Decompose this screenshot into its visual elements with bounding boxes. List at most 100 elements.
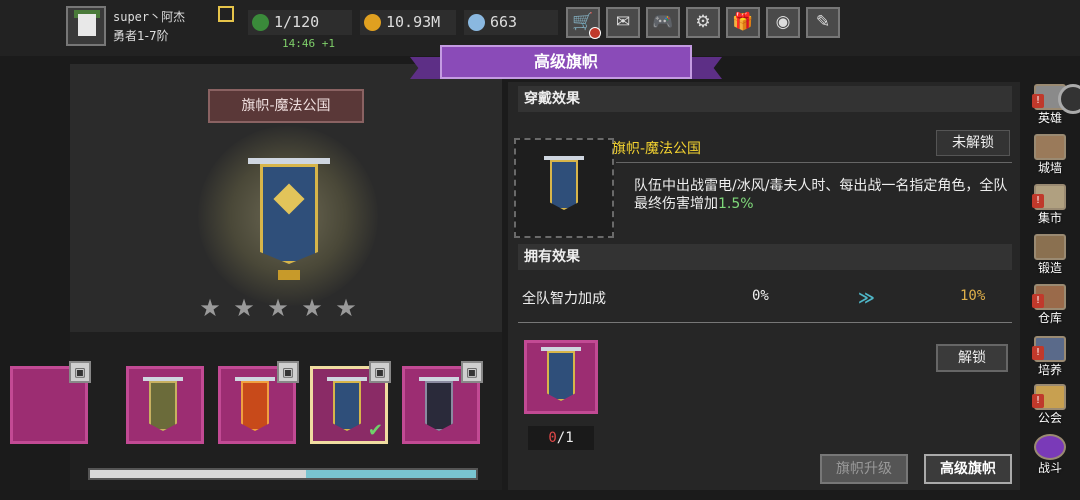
- banner-slot[interactable]: [126, 366, 204, 444]
- banner-cloth: [550, 160, 578, 210]
- advanced-banner-button[interactable]: 高级旗帜: [924, 454, 1012, 484]
- gamepad-icon: 🎮: [652, 12, 674, 32]
- fire-banner-icon: [235, 377, 279, 433]
- banner-cloth: [425, 381, 453, 431]
- divider: [518, 322, 1012, 323]
- feather-icon: ✎: [815, 12, 831, 32]
- banner-cloth: [241, 381, 269, 431]
- banner-upgrade-button[interactable]: 旗帜升级: [820, 454, 908, 484]
- equipped-banner-name: 旗帜-魔法公国: [612, 141, 702, 157]
- banner-slot[interactable]: ▣: [10, 361, 91, 444]
- avatar-face: [78, 14, 96, 36]
- nav-label: 锻造: [1037, 261, 1062, 275]
- banner-cloth: [149, 381, 177, 431]
- star-icon: ★: [301, 294, 323, 322]
- description-text: 队伍中出战雷电/冰风/毒夫人时、每出战一名指定角色，全队最终伤害增加: [634, 178, 1008, 212]
- nav-label: 集市: [1037, 211, 1062, 225]
- mail-button[interactable]: ✉: [606, 7, 640, 38]
- gear-icon: ⚙: [695, 12, 711, 32]
- checkmark-icon: ✔: [367, 420, 383, 441]
- star-icon: ★: [199, 294, 221, 322]
- locked-status-button[interactable]: 未解锁: [936, 130, 1010, 156]
- lottery-button[interactable]: ◉: [766, 7, 800, 38]
- dark-banner-icon: [419, 377, 463, 433]
- nav-guild[interactable]: ! 公会: [1026, 382, 1074, 428]
- player-avatar[interactable]: [66, 6, 106, 46]
- shop-button[interactable]: 🛒: [566, 7, 601, 39]
- equipped-banner-frame: [514, 138, 614, 238]
- gem-value: 663: [490, 13, 518, 31]
- banner-detail-panel: 穿戴效果 旗帜-魔法公国 未解锁 队伍中出战雷电/冰风/毒夫人时、每出战一名指定…: [508, 82, 1020, 490]
- lightning-icon: [252, 14, 269, 31]
- menu-toggle-icon[interactable]: [1058, 84, 1080, 114]
- banner-large-icon: [248, 158, 330, 280]
- gold-coin-icon: [364, 14, 381, 31]
- scrollbar-thumb[interactable]: [306, 470, 476, 478]
- alert-icon: !: [1032, 346, 1044, 360]
- alert-icon: !: [1032, 294, 1044, 308]
- banner-stand: [278, 270, 300, 280]
- alert-icon: !: [1032, 394, 1044, 408]
- gold-counter: 10.93M: [360, 10, 456, 35]
- banner-slot-list[interactable]: ▣ ▣ ▣ ✔ ▣: [10, 332, 502, 490]
- unlock-button[interactable]: 解锁: [936, 344, 1008, 372]
- castle-wall-icon: [1034, 134, 1066, 160]
- magic-banner-icon: [544, 156, 584, 216]
- player-rank: 勇者1-7阶: [113, 29, 169, 43]
- item-name-plate: 旗帜-魔法公国: [208, 89, 364, 123]
- player-name: super丶阿杰: [113, 10, 186, 24]
- banner-bar: [143, 377, 183, 381]
- gift-button[interactable]: 🎁: [726, 7, 760, 38]
- material-slot[interactable]: [524, 340, 598, 414]
- lock-icon: ▣: [369, 361, 391, 383]
- feather-button[interactable]: ✎: [806, 7, 840, 38]
- alert-icon: !: [1032, 94, 1044, 108]
- page-title: 高级旗帜: [440, 45, 692, 79]
- own-effect-row: 全队智力加成 0% ≫ 10%: [522, 288, 1012, 310]
- nav-market[interactable]: ! 集市: [1026, 182, 1074, 228]
- nav-label: 公会: [1037, 411, 1062, 425]
- banner-slot-selected[interactable]: ▣ ✔: [310, 361, 391, 444]
- banner-pole: [248, 158, 330, 164]
- gift-icon: 🎁: [732, 12, 754, 32]
- banner-slot[interactable]: ▣: [402, 361, 483, 444]
- slot-scrollbar[interactable]: [88, 468, 478, 480]
- magic-banner-icon: [541, 347, 581, 407]
- banner-preview-panel: 旗帜-魔法公国 ★ ★ ★ ★ ★ ▣ ▣ ▣ ✔ ▣: [10, 64, 502, 490]
- own-stat-name: 全队智力加成: [522, 291, 606, 307]
- color-wheel-icon: ◉: [775, 12, 791, 32]
- wear-effect-header: 穿戴效果: [518, 86, 1012, 112]
- nav-wall[interactable]: 城墙: [1026, 132, 1074, 178]
- energy-value: 1/120: [274, 13, 320, 31]
- divider: [616, 162, 1012, 163]
- magic-banner-icon: [327, 377, 371, 433]
- nav-forge[interactable]: 锻造: [1026, 232, 1074, 278]
- settings-button[interactable]: ⚙: [686, 7, 720, 38]
- banner-slot[interactable]: ▣: [218, 361, 299, 444]
- own-current-value: 0%: [752, 288, 769, 304]
- mail-icon: ✉: [615, 12, 631, 32]
- star-rating: ★ ★ ★ ★ ★: [198, 296, 368, 320]
- energy-counter: 1/120: [248, 10, 352, 35]
- nav-battle[interactable]: 战斗: [1026, 432, 1074, 478]
- banner-bar: [541, 347, 581, 351]
- material-need: /1: [556, 430, 574, 446]
- battle-portal-icon: [1034, 434, 1066, 460]
- banner-bar: [235, 377, 275, 381]
- nav-train[interactable]: ! 培养: [1026, 334, 1074, 380]
- material-count: 0/1: [528, 426, 594, 450]
- wear-effect-description: 队伍中出战雷电/冰风/毒夫人时、每出战一名指定角色，全队最终伤害增加1.5%: [634, 177, 1014, 213]
- nav-label: 仓库: [1037, 311, 1062, 325]
- edit-name-icon[interactable]: [218, 6, 234, 22]
- banner-cloth: [333, 381, 361, 431]
- nav-warehouse[interactable]: ! 仓库: [1026, 282, 1074, 328]
- nav-label: 城墙: [1037, 161, 1062, 175]
- nav-label: 培养: [1037, 363, 1062, 377]
- own-next-value: 10%: [960, 288, 986, 304]
- banner-bar: [419, 377, 459, 381]
- game-button[interactable]: 🎮: [646, 7, 680, 38]
- anvil-icon: [1034, 234, 1066, 260]
- double-arrow-icon: ≫: [858, 288, 875, 307]
- diamond-icon: [468, 14, 485, 31]
- star-icon: ★: [267, 294, 289, 322]
